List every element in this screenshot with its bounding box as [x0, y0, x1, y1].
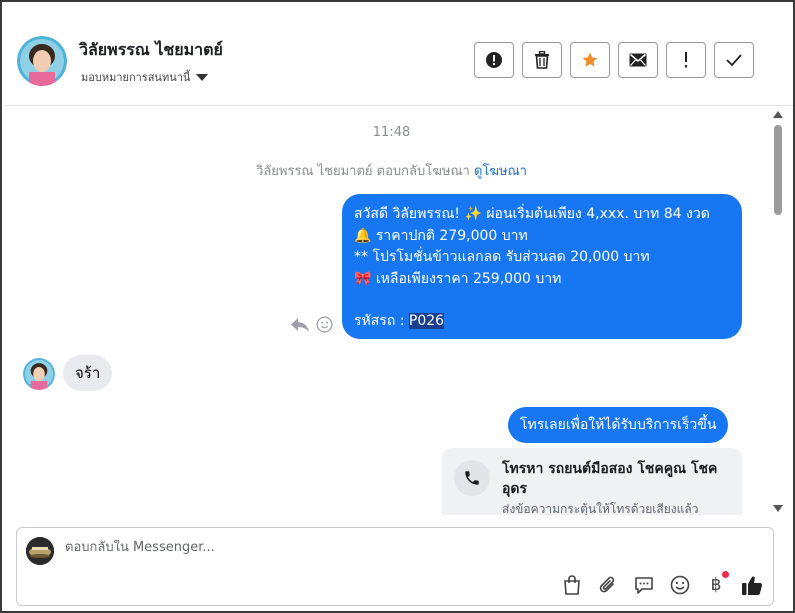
assign-label: มอบหมายการสนทนานี้	[81, 71, 191, 84]
car-code-value: P026	[408, 313, 445, 329]
emoji-react-icon[interactable]	[316, 316, 333, 333]
attach-button[interactable]	[597, 574, 619, 596]
assign-conversation-dropdown[interactable]: มอบหมายการสนทนานี้	[81, 68, 209, 86]
like-button[interactable]	[741, 574, 763, 596]
notification-dot	[722, 571, 729, 578]
view-ad-link[interactable]: ดูโฆษณา	[474, 164, 527, 179]
contact-name[interactable]: วิลัยพรรณ ไชยมาตย์	[79, 38, 223, 63]
exclamation-icon	[685, 52, 687, 68]
message-line: สวัสดี วิลัยพรรณ! ✨ ผ่อนเริ่มต้นเพียง 4,…	[354, 206, 710, 222]
checkmark-icon	[726, 54, 742, 66]
car-code-line: รหัสรถ : P026	[354, 311, 730, 333]
star-icon	[582, 52, 598, 67]
reply-icon[interactable]	[290, 317, 310, 333]
envelope-icon	[629, 53, 647, 67]
payment-button[interactable]: ฿	[705, 571, 729, 596]
message-actions	[290, 316, 333, 333]
ad-reply-notice: วิลัยพรรณ ไชยมาตย์ ตอบกลับโฆษณา ดูโฆษณา	[4, 160, 779, 181]
page-avatar	[26, 537, 54, 565]
follow-up-button[interactable]	[666, 42, 706, 78]
reply-composer: ฿	[16, 527, 774, 606]
report-button[interactable]	[474, 42, 514, 78]
smiley-icon	[670, 575, 690, 595]
star-button[interactable]	[570, 42, 610, 78]
composer-tools: ฿	[561, 571, 763, 596]
reply-input[interactable]	[65, 540, 665, 555]
timestamp: 11:48	[372, 125, 411, 140]
header-actions	[474, 42, 754, 78]
shop-button[interactable]	[561, 574, 583, 596]
saved-replies-button[interactable]	[633, 574, 655, 596]
ad-reply-text: วิลัยพรรณ ไชยมาตย์ ตอบกลับโฆษณา	[256, 164, 470, 179]
emoji-button[interactable]	[669, 574, 691, 596]
delete-button[interactable]	[522, 42, 562, 78]
thumbs-up-icon	[742, 575, 762, 595]
conversation-header: วิลัยพรรณ ไชยมาตย์ มอบหมายการสนทนานี้	[4, 4, 793, 106]
alert-circle-icon	[486, 52, 502, 68]
cta-subtitle: ส่งข้อความกระตุ้นให้โทรด้วยเสียงแล้ว	[502, 502, 699, 515]
mark-done-button[interactable]	[714, 42, 754, 78]
chat-bubble-icon	[635, 576, 653, 594]
phone-icon	[454, 460, 490, 496]
trash-icon	[535, 51, 549, 69]
car-code-label: รหัสรถ :	[354, 313, 405, 329]
message-line: 🔔 ราคาปกติ 279,000 บาท	[354, 227, 528, 244]
shopping-bag-icon	[564, 575, 580, 595]
outgoing-message[interactable]: สวัสดี วิลัยพรรณ! ✨ ผ่อนเริ่มต้นเพียง 4,…	[342, 194, 742, 339]
avatar[interactable]	[17, 36, 67, 86]
paperclip-icon	[599, 576, 615, 593]
scroll-up-arrow-icon[interactable]	[773, 111, 783, 118]
caret-down-icon	[196, 73, 209, 81]
scrollbar-thumb[interactable]	[774, 125, 782, 215]
contact-avatar[interactable]	[23, 358, 55, 390]
message-thread[interactable]: 11:48 วิลัยพรรณ ไชยมาตย์ ตอบกลับโฆษณา ดู…	[4, 107, 793, 515]
message-line: 🎀 เหลือเพียงราคา 259,000 บาท	[354, 270, 562, 287]
outgoing-message-call[interactable]: โทรเลยเพื่อให้ได้รับบริการเร็วขึ้น	[508, 407, 729, 443]
scroll-down-arrow-icon[interactable]	[773, 505, 783, 512]
cta-title: โทรหา รถยนต์มือสอง โชคคูณ โชค อุดร	[502, 461, 718, 497]
thread-scrollbar[interactable]	[771, 107, 785, 515]
mark-unread-button[interactable]	[618, 42, 658, 78]
baht-icon: ฿	[710, 575, 722, 595]
incoming-message[interactable]: จร้า	[63, 355, 113, 391]
call-cta-card[interactable]: โทรหา รถยนต์มือสอง โชคคูณ โชค อุดร ส่งข้…	[442, 448, 742, 515]
message-line: ** โปรโมชั่นข้าวแลกลด รับส่วนลด 20,000 บ…	[354, 249, 650, 265]
messenger-window: วิลัยพรรณ ไชยมาตย์ มอบหมายการสนทนานี้ 11…	[0, 0, 795, 613]
